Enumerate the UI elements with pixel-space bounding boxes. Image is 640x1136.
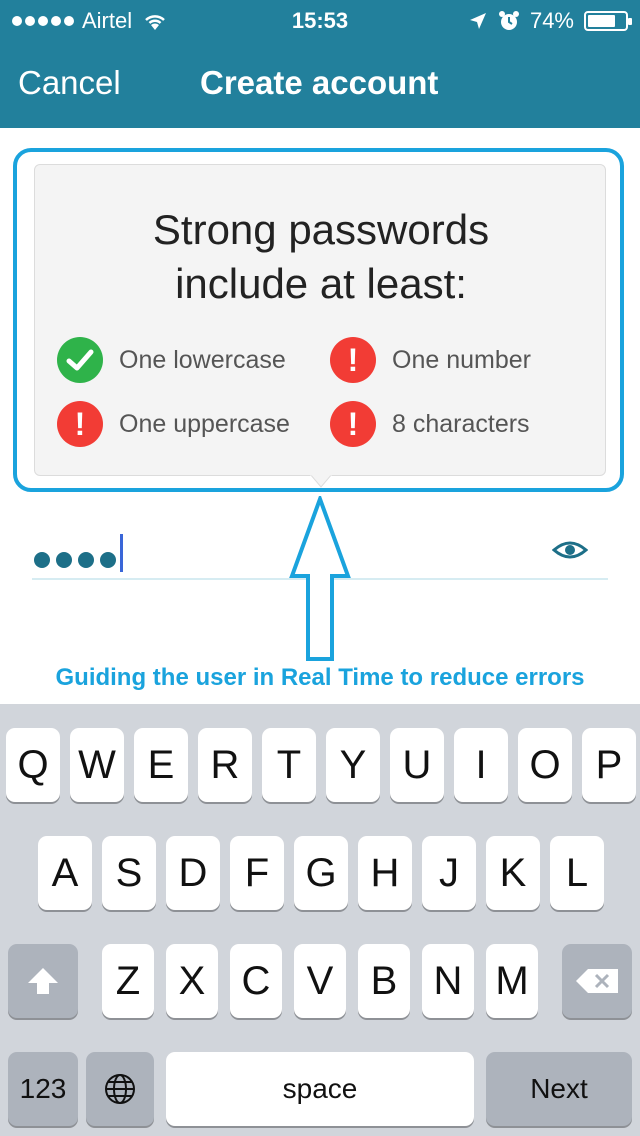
key-y[interactable]: Y bbox=[326, 728, 380, 802]
key-e[interactable]: E bbox=[134, 728, 188, 802]
key-i[interactable]: I bbox=[454, 728, 508, 802]
requirement-label: One lowercase bbox=[119, 345, 286, 374]
key-z[interactable]: Z bbox=[102, 944, 154, 1018]
key-s[interactable]: S bbox=[102, 836, 156, 910]
key-l[interactable]: L bbox=[550, 836, 604, 910]
annotation-arrow-up bbox=[289, 496, 351, 661]
next-key[interactable]: Next bbox=[486, 1052, 632, 1126]
key-a[interactable]: A bbox=[38, 836, 92, 910]
key-u[interactable]: U bbox=[390, 728, 444, 802]
tooltip-caret bbox=[310, 474, 332, 488]
eye-icon[interactable] bbox=[552, 536, 588, 564]
shift-arrow-icon bbox=[28, 968, 58, 994]
password-dot bbox=[56, 552, 72, 568]
space-key[interactable]: space bbox=[166, 1052, 474, 1126]
key-h[interactable]: H bbox=[358, 836, 412, 910]
battery-fill bbox=[588, 15, 615, 27]
battery-percent: 74% bbox=[529, 8, 574, 33]
key-k[interactable]: K bbox=[486, 836, 540, 910]
nav-bar: Airtel 15:53 74% Cancel Create account bbox=[0, 0, 640, 128]
exclamation-icon: ! bbox=[57, 401, 103, 447]
password-dot bbox=[34, 552, 50, 568]
key-f[interactable]: F bbox=[230, 836, 284, 910]
alarm-icon bbox=[498, 11, 519, 30]
key-b[interactable]: B bbox=[358, 944, 410, 1018]
requirement-label: 8 characters bbox=[392, 409, 530, 438]
password-masked-value bbox=[34, 542, 122, 576]
key-t[interactable]: T bbox=[262, 728, 316, 802]
check-icon bbox=[57, 337, 103, 383]
key-g[interactable]: G bbox=[294, 836, 348, 910]
requirement-number: ! One number bbox=[330, 337, 531, 383]
key-r[interactable]: R bbox=[198, 728, 252, 802]
requirement-length: ! 8 characters bbox=[330, 401, 530, 447]
text-caret bbox=[120, 534, 123, 572]
key-o[interactable]: O bbox=[518, 728, 572, 802]
requirement-label: One uppercase bbox=[119, 409, 290, 438]
requirement-lowercase: One lowercase bbox=[57, 337, 286, 383]
backspace-icon bbox=[576, 969, 618, 993]
globe-icon bbox=[105, 1074, 135, 1104]
key-p[interactable]: P bbox=[582, 728, 636, 802]
globe-key[interactable] bbox=[86, 1052, 154, 1126]
shift-key[interactable] bbox=[8, 944, 78, 1018]
key-c[interactable]: C bbox=[230, 944, 282, 1018]
keyboard: 123 space Next QWERTYUIOP ASDFGHJKL ZXCVBN… bbox=[0, 704, 640, 1136]
page-title: Create account bbox=[200, 64, 439, 101]
status-bar: Airtel 15:53 74% bbox=[0, 0, 640, 40]
annotation-caption: Guiding the user in Real Time to reduce … bbox=[55, 664, 585, 691]
key-w[interactable]: W bbox=[70, 728, 124, 802]
key-d[interactable]: D bbox=[166, 836, 220, 910]
backspace-key[interactable] bbox=[562, 944, 632, 1018]
key-j[interactable]: J bbox=[422, 836, 476, 910]
key-v[interactable]: V bbox=[294, 944, 346, 1018]
tooltip-title: Strong passwords include at least: bbox=[35, 203, 607, 311]
key-x[interactable]: X bbox=[166, 944, 218, 1018]
key-q[interactable]: Q bbox=[6, 728, 60, 802]
requirement-label: One number bbox=[392, 345, 531, 374]
tooltip-title-line2: include at least: bbox=[175, 260, 467, 307]
location-arrow-icon bbox=[469, 13, 486, 29]
numbers-key[interactable]: 123 bbox=[8, 1052, 78, 1126]
tooltip-title-line1: Strong passwords bbox=[152, 206, 490, 253]
password-dot bbox=[100, 552, 116, 568]
status-right: 74% bbox=[468, 8, 632, 34]
exclamation-icon: ! bbox=[330, 401, 376, 447]
exclamation-icon: ! bbox=[330, 337, 376, 383]
key-m[interactable]: M bbox=[486, 944, 538, 1018]
requirement-uppercase: ! One uppercase bbox=[57, 401, 290, 447]
battery-icon bbox=[584, 11, 632, 31]
password-dot bbox=[78, 552, 94, 568]
key-n[interactable]: N bbox=[422, 944, 474, 1018]
password-strength-tooltip: Strong passwords include at least: One l… bbox=[34, 164, 606, 476]
cancel-button[interactable]: Cancel bbox=[18, 64, 121, 102]
